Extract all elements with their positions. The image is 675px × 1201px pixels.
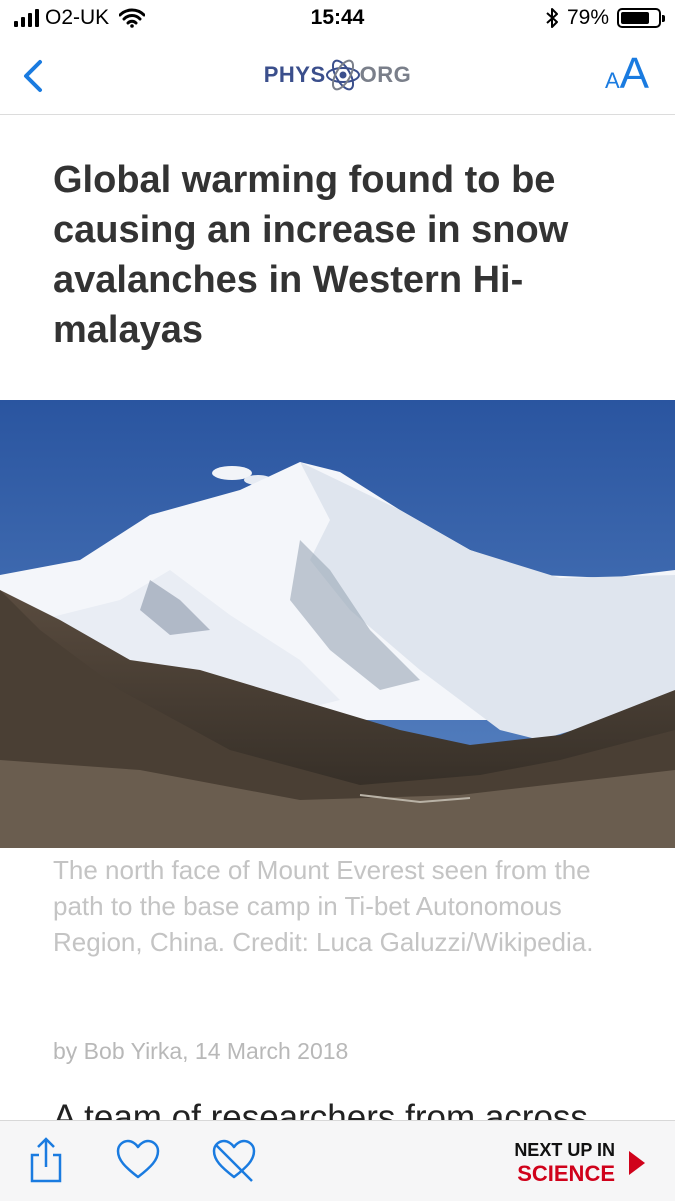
navigation-bar: PHYS ORG A A <box>0 40 675 115</box>
text-size-large-glyph: A <box>619 49 649 98</box>
article-image <box>0 400 675 848</box>
share-icon <box>30 1137 62 1183</box>
status-right: 79% <box>545 6 665 30</box>
bluetooth-icon <box>546 8 558 28</box>
bottom-toolbar: NEXT UP IN SCIENCE <box>0 1120 675 1201</box>
share-button[interactable] <box>26 1135 66 1190</box>
text-size-button[interactable]: A A <box>605 52 649 96</box>
atom-icon <box>325 59 360 91</box>
next-up-section: SCIENCE <box>517 1161 615 1186</box>
battery-fill <box>621 12 650 24</box>
broken-heart-icon <box>212 1139 256 1182</box>
like-button[interactable] <box>115 1139 161 1186</box>
dislike-button[interactable] <box>210 1139 258 1188</box>
status-bar: O2-UK 15:44 79% <box>0 0 675 40</box>
text-size-small-glyph: A <box>604 68 620 93</box>
next-up-text: NEXT UP IN SCIENCE <box>514 1139 615 1187</box>
logo-text-phys: PHYS <box>263 62 326 87</box>
article-byline: by Bob Yirka, 14 March 2018 <box>53 1038 349 1064</box>
mount-everest-image <box>0 400 675 848</box>
next-up-label: NEXT UP IN <box>514 1140 615 1160</box>
site-logo: PHYS ORG <box>0 56 675 94</box>
logo-text-org: ORG <box>359 62 412 87</box>
next-up-button[interactable]: NEXT UP IN SCIENCE <box>514 1139 647 1187</box>
heart-icon <box>116 1139 160 1179</box>
play-arrow-icon <box>629 1151 645 1175</box>
image-caption: The north face of Mount Everest seen fro… <box>53 855 594 957</box>
article-headline: Global warming found to be causing an in… <box>53 159 569 351</box>
battery-icon <box>617 8 665 28</box>
battery-percent: 79% <box>566 6 609 29</box>
